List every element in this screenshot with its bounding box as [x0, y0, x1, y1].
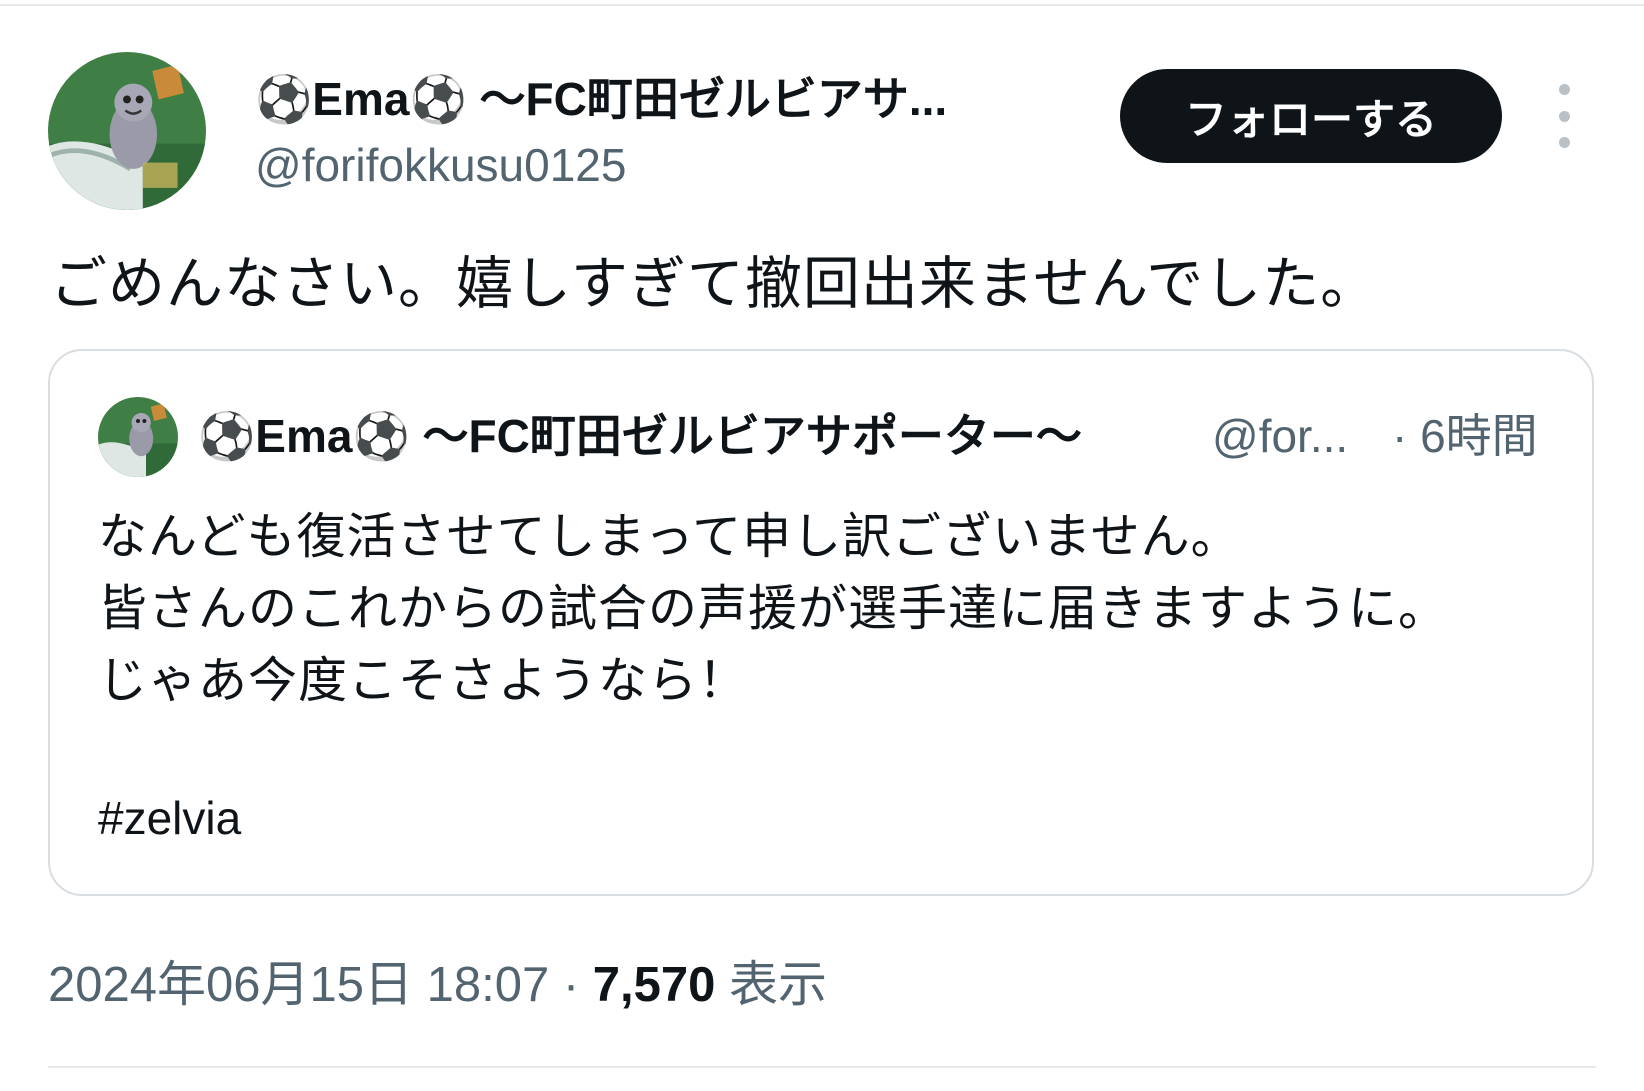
tweet-timestamp[interactable]: 2024年06月15日 18:07: [48, 958, 549, 1012]
tweet-meta: 2024年06月15日 18:07 · 7,570 表示: [48, 952, 827, 1018]
mascot-avatar-icon: [98, 397, 178, 477]
quoted-text-line: なんども復活させてしまって申し訳ございません。: [98, 510, 1241, 564]
author-display-name[interactable]: ⚽Ema⚽ 〜FC町田ゼルビアサ...: [255, 66, 1045, 132]
more-options-icon[interactable]: [1546, 84, 1582, 148]
quoted-author-avatar: [98, 397, 178, 477]
more-dot: [1558, 110, 1570, 122]
quoted-tweet-card[interactable]: ⚽Ema⚽ 〜FC町田ゼルビアサポーター〜 @for... · 6時間 なんども…: [48, 349, 1594, 896]
quoted-author-handle: @for...: [1212, 410, 1349, 462]
quoted-text-line: 皆さんのこれからの試合の声援が選手達に届きますように。: [98, 582, 1449, 636]
more-dot: [1558, 137, 1570, 148]
top-divider: [0, 4, 1644, 6]
author-handle[interactable]: @forifokkusu0125: [255, 132, 626, 198]
author-avatar[interactable]: [48, 52, 206, 210]
quoted-timestamp: · 6時間: [1392, 410, 1538, 462]
quoted-hashtag[interactable]: #zelvia: [98, 785, 241, 851]
view-label: 表示: [715, 958, 828, 1012]
follow-button[interactable]: フォローする: [1120, 69, 1502, 163]
bottom-divider: [48, 1066, 1596, 1068]
quoted-author-name: ⚽Ema⚽ 〜FC町田ゼルビアサポーター〜: [198, 410, 1082, 462]
meta-separator: ·: [549, 958, 593, 1012]
view-count: 7,570: [592, 958, 716, 1012]
quoted-text-line: じゃあ今度こそさようなら！: [98, 654, 749, 708]
tweet-text: ごめんなさい。嬉しすぎて撤回出来ませんでした。: [50, 252, 1379, 316]
more-dot: [1558, 84, 1570, 95]
mascot-avatar-icon: [48, 52, 206, 210]
